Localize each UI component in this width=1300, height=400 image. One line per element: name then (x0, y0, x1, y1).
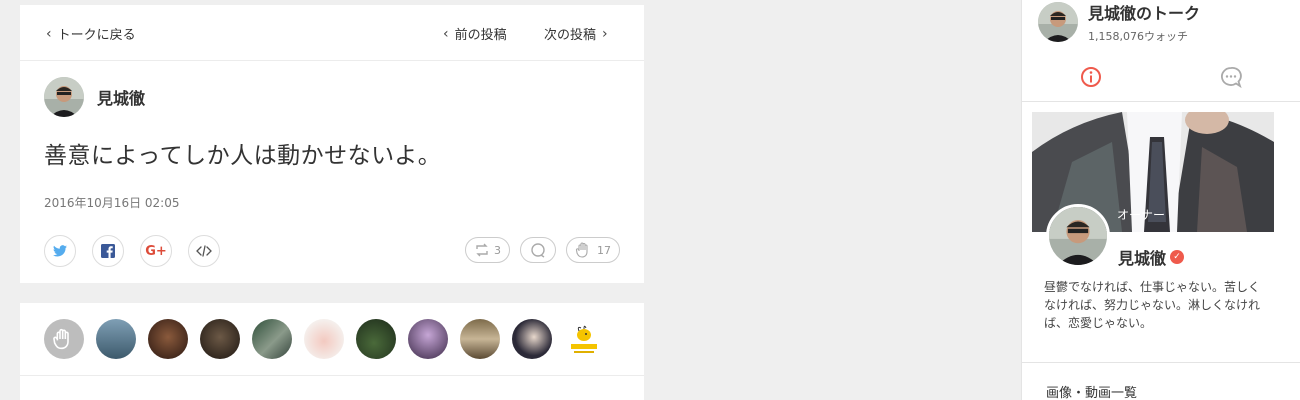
talk-header-text: 見城徹のトーク 1,158,076ウォッチ (1088, 0, 1200, 44)
liker-avatar[interactable] (200, 319, 240, 359)
liker-avatar[interactable] (304, 319, 344, 359)
next-post-label: 次の投稿 (544, 28, 597, 43)
chevron-right-icon: › (602, 25, 608, 42)
talk-title[interactable]: 見城徹のトーク (1088, 0, 1200, 24)
info-icon (1081, 67, 1101, 87)
like-button[interactable]: 17 (566, 237, 620, 263)
liker-avatar[interactable] (148, 319, 188, 359)
facebook-icon (101, 244, 115, 258)
google-plus-share-button[interactable]: G+ (140, 235, 172, 267)
talk-avatar[interactable] (1038, 2, 1078, 42)
back-to-talk-link[interactable]: ‹ トークに戻る (46, 24, 136, 44)
owner-label: オーナー (1117, 208, 1166, 222)
liker-avatar[interactable] (356, 319, 396, 359)
likers-card (20, 303, 644, 400)
embed-icon (196, 245, 212, 257)
liker-avatar[interactable] (564, 319, 604, 359)
chevron-left-icon: ‹ (46, 25, 52, 42)
talk-header[interactable]: 見城徹のトーク 1,158,076ウォッチ (1038, 0, 1200, 44)
watch-count: 1,158,076ウォッチ (1088, 30, 1188, 43)
post-navigation: ‹ トークに戻る ‹ 前の投稿 次の投稿 › (20, 5, 644, 61)
share-buttons: G+ (44, 235, 220, 267)
owner-profile-card: オーナー 見城徹 ✓ 昼鬱でなければ、仕事じゃない。苦しくなければ、努力じゃない… (1032, 112, 1274, 362)
chat-bubble-icon (1221, 67, 1242, 89)
facebook-share-button[interactable] (92, 235, 124, 267)
liker-avatar[interactable] (252, 319, 292, 359)
liker-avatar[interactable] (460, 319, 500, 359)
owner-avatar[interactable] (1046, 204, 1110, 268)
clap-hand-icon (53, 328, 69, 350)
media-list-link[interactable]: 画像・動画一覧 (1046, 382, 1137, 400)
liker-avatar[interactable] (96, 319, 136, 359)
liker-avatar[interactable] (408, 319, 448, 359)
repost-count: 3 (494, 243, 501, 257)
owner-bio: 昼鬱でなければ、仕事じゃない。苦しくなければ、努力じゃない。淋しくなければ、恋愛… (1044, 280, 1261, 330)
previous-post-link[interactable]: ‹ 前の投稿 (443, 24, 507, 44)
woodstock-bird-icon (571, 325, 597, 353)
embed-button[interactable] (188, 235, 220, 267)
tab-chat[interactable] (1219, 65, 1245, 91)
comment-button[interactable] (520, 237, 556, 263)
post-stats: 3 17 (465, 237, 620, 263)
twitter-icon (53, 245, 67, 257)
talk-sidebar: 見城徹のトーク 1,158,076ウォッチ オーナー 見城徹 ✓ 昼鬱でなければ… (1021, 0, 1300, 400)
clap-hand-icon (575, 242, 588, 258)
author-name[interactable]: 見城徹 (97, 85, 145, 109)
chevron-left-icon: ‹ (443, 25, 449, 42)
post-author[interactable]: 見城徹 (44, 77, 145, 117)
previous-post-label: 前の投稿 (454, 28, 507, 43)
repost-button[interactable]: 3 (465, 237, 510, 263)
divider (1022, 362, 1300, 363)
post-card: ‹ トークに戻る ‹ 前の投稿 次の投稿 › 見城徹 善意によってしか人は動かせ… (20, 5, 644, 283)
back-label: トークに戻る (57, 28, 136, 43)
google-plus-icon: G+ (145, 243, 167, 259)
likes-summary-button[interactable] (44, 319, 84, 359)
tab-info[interactable] (1079, 65, 1105, 91)
twitter-share-button[interactable] (44, 235, 76, 267)
verified-check-icon: ✓ (1170, 250, 1185, 264)
comment-icon (531, 243, 545, 258)
like-count: 17 (597, 243, 611, 257)
owner-name[interactable]: 見城徹 (1118, 245, 1166, 269)
post-message: 善意によってしか人は動かせないよ。 (44, 143, 442, 169)
post-timestamp: 2016年10月16日 02:05 (44, 196, 180, 210)
divider (20, 375, 644, 376)
repost-icon (476, 243, 488, 257)
likers-list (44, 319, 604, 359)
sidebar-tabs (1022, 62, 1300, 102)
next-post-link[interactable]: 次の投稿 › (544, 24, 608, 44)
owner-name-row: 見城徹 ✓ (1118, 245, 1185, 269)
author-avatar[interactable] (44, 77, 84, 117)
liker-avatar[interactable] (512, 319, 552, 359)
